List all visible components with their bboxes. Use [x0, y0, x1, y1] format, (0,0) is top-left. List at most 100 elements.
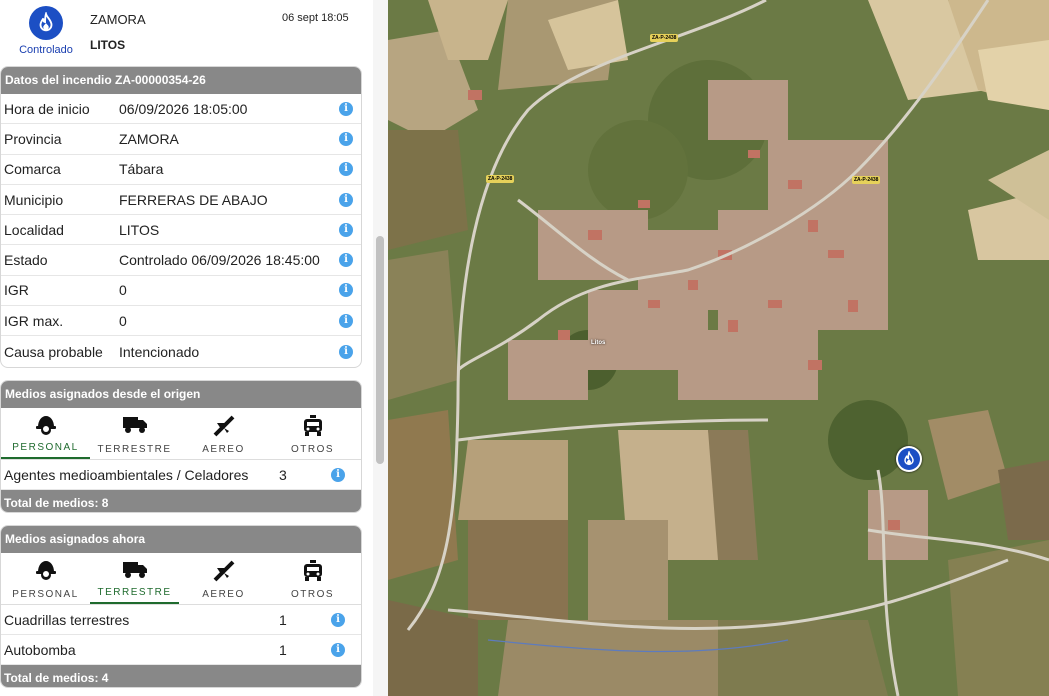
info-icon[interactable]: i	[339, 283, 353, 298]
tab-label: TERRESTRE	[97, 587, 172, 598]
row-value: Tábara	[119, 161, 164, 178]
satellite-map[interactable]: ZA-P-2438 ZA-P-2438 ZA-P-2438 Litos	[388, 0, 1049, 696]
data-row: Municipio FERRERAS DE ABAJO i	[1, 185, 361, 216]
origin-resources-card: Medios asignados desde el origen PERSONA…	[0, 380, 362, 513]
data-row: IGR 0 i	[1, 276, 361, 307]
current-tabs: PERSONAL TERRESTRE AEREO OTROS	[1, 553, 361, 605]
info-icon[interactable]: i	[339, 131, 353, 146]
origin-total: Total de medios: 8	[1, 490, 361, 512]
data-row: Estado Controlado 06/09/2026 18:45:00 i	[1, 245, 361, 276]
info-icon[interactable]: i	[339, 162, 353, 177]
airplane-icon	[212, 560, 236, 587]
origin-resources-title: Medios asignados desde el origen	[1, 381, 361, 408]
data-row: Hora de inicio 06/09/2026 18:05:00 i	[1, 94, 361, 125]
data-row: Localidad LITOS i	[1, 215, 361, 246]
row-value: ZAMORA	[119, 130, 179, 147]
row-label: Estado	[4, 252, 48, 269]
row-label: Localidad	[4, 221, 64, 238]
tab-label: TERRESTRE	[97, 444, 172, 455]
row-label: Municipio	[4, 191, 64, 208]
row-label: Causa probable	[4, 343, 103, 360]
fire-drop-icon	[898, 448, 920, 470]
tab-personal[interactable]: PERSONAL	[1, 408, 90, 459]
row-label: Autobomba	[4, 641, 76, 658]
row-label: Cuadrillas terrestres	[4, 611, 130, 628]
road-shield-1: ZA-P-2438	[650, 34, 679, 42]
current-resources-title: Medios asignados ahora	[1, 526, 361, 553]
info-icon[interactable]: i	[339, 192, 353, 207]
tab-personal[interactable]: PERSONAL	[1, 553, 90, 604]
data-row: Causa probable Intencionado i	[1, 336, 361, 366]
incident-title: Datos del incendio ZA-00000354-26	[1, 67, 361, 94]
row-count: 1	[279, 641, 287, 658]
header-province: ZAMORA	[90, 12, 146, 27]
info-icon[interactable]: i	[339, 101, 353, 116]
info-icon[interactable]: i	[331, 642, 345, 657]
header-locality: LITOS	[90, 38, 126, 52]
airplane-icon	[212, 415, 236, 442]
info-icon[interactable]: i	[331, 612, 345, 627]
scrollbar-thumb[interactable]	[376, 236, 384, 464]
tab-terrestre[interactable]: TERRESTRE	[90, 553, 179, 604]
tab-label: OTROS	[290, 444, 335, 455]
row-count: 1	[279, 611, 287, 628]
vehicle-icon	[301, 560, 325, 587]
road-shield-2: ZA-P-2438	[486, 175, 515, 183]
tab-label: OTROS	[290, 589, 335, 600]
resource-row: Agentes medioambientales / Celadores 3 i	[1, 460, 361, 490]
sidebar-scrollbar[interactable]	[373, 0, 388, 696]
incident-sidebar: Controlado ZAMORA LITOS 06 sept 18:05 Da…	[0, 0, 388, 696]
vehicle-icon	[301, 415, 325, 442]
row-label: Hora de inicio	[4, 100, 90, 117]
fire-marker[interactable]	[896, 446, 922, 472]
status-logo: Controlado	[18, 6, 74, 56]
truck-icon	[122, 562, 148, 583]
info-icon[interactable]: i	[339, 253, 353, 268]
row-value: 0	[119, 282, 127, 299]
tab-terrestre[interactable]: TERRESTRE	[90, 408, 179, 459]
row-value: Controlado 06/09/2026 18:45:00	[119, 252, 320, 269]
row-label: Provincia	[4, 130, 62, 147]
current-total: Total de medios: 4	[1, 665, 361, 687]
current-resources-card: Medios asignados ahora PERSONAL TERRESTRE…	[0, 525, 362, 688]
tab-otros[interactable]: OTROS	[268, 408, 357, 459]
header-date: 06 sept 18:05	[282, 12, 349, 24]
row-value: FERRERAS DE ABAJO	[119, 191, 268, 208]
row-label: Agentes medioambientales / Celadores	[4, 466, 249, 483]
place-label-litos: Litos	[591, 340, 606, 346]
row-value: Intencionado	[119, 343, 200, 360]
tab-label: PERSONAL	[12, 442, 79, 453]
fire-drop-icon	[29, 6, 63, 40]
tab-label: PERSONAL	[12, 589, 79, 600]
tab-otros[interactable]: OTROS	[268, 553, 357, 604]
status-label: Controlado	[19, 44, 73, 56]
truck-icon	[122, 417, 148, 438]
row-count: 3	[279, 466, 287, 483]
road-shield-3: ZA-P-2438	[852, 176, 881, 184]
incident-data-card: Datos del incendio ZA-00000354-26 Hora d…	[0, 66, 362, 368]
resource-row: Cuadrillas terrestres 1 i	[1, 605, 361, 635]
info-icon[interactable]: i	[339, 344, 353, 359]
info-icon[interactable]: i	[339, 313, 353, 328]
tab-aereo[interactable]: AEREO	[179, 408, 268, 459]
tab-label: AEREO	[202, 444, 245, 455]
tab-aereo[interactable]: AEREO	[179, 553, 268, 604]
data-row: Comarca Tábara i	[1, 155, 361, 185]
incident-header: Controlado ZAMORA LITOS 06 sept 18:05	[0, 0, 388, 66]
info-icon[interactable]: i	[331, 467, 345, 482]
tab-label: AEREO	[202, 589, 245, 600]
data-row: Provincia ZAMORA i	[1, 124, 361, 155]
row-label: Comarca	[4, 161, 61, 178]
info-icon[interactable]: i	[339, 222, 353, 237]
firefighter-helmet-icon	[34, 416, 58, 440]
satellite-imagery	[388, 0, 1049, 696]
row-value: 06/09/2026 18:05:00	[119, 100, 248, 117]
firefighter-helmet-icon	[34, 561, 58, 585]
data-row: IGR max. 0 i	[1, 306, 361, 337]
row-label: IGR	[4, 282, 29, 299]
resource-row: Autobomba 1 i	[1, 635, 361, 665]
row-label: IGR max.	[4, 312, 64, 329]
origin-tabs: PERSONAL TERRESTRE AEREO OTROS	[1, 408, 361, 460]
row-value: 0	[119, 312, 127, 329]
row-value: LITOS	[119, 221, 160, 238]
